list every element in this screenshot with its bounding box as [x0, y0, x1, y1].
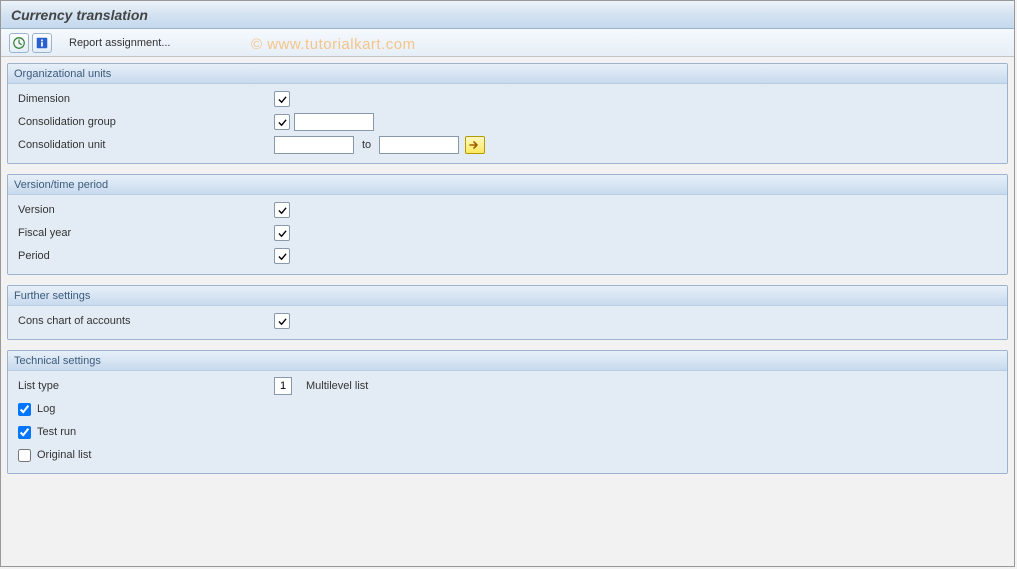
group-header: Version/time period — [8, 175, 1007, 195]
test-run-checkbox[interactable] — [18, 426, 31, 439]
cons-unit-from-input[interactable] — [274, 136, 354, 154]
row-cons-chart: Cons chart of accounts — [14, 310, 1001, 332]
label-cons-chart: Cons chart of accounts — [14, 315, 274, 327]
label-log: Log — [37, 403, 55, 415]
report-assignment-button[interactable]: Report assignment... — [63, 34, 177, 52]
lock-icon — [274, 313, 290, 329]
label-fiscal-year: Fiscal year — [14, 227, 274, 239]
list-type-input[interactable] — [274, 377, 292, 395]
row-version: Version — [14, 199, 1001, 221]
group-header: Organizational units — [8, 64, 1007, 84]
content-area: Organizational units Dimension Consolida… — [1, 57, 1014, 490]
label-dimension: Dimension — [14, 93, 274, 105]
execute-button[interactable] — [9, 33, 29, 53]
lock-icon — [274, 248, 290, 264]
lock-icon — [274, 114, 290, 130]
original-list-checkbox[interactable] — [18, 449, 31, 462]
label-list-type: List type — [14, 380, 274, 392]
to-label: to — [362, 139, 371, 151]
group-header: Further settings — [8, 286, 1007, 306]
info-icon — [35, 36, 49, 50]
group-version: Version/time period Version Fiscal year … — [7, 174, 1008, 275]
variant-button[interactable] — [32, 33, 52, 53]
row-test-run: Test run — [14, 421, 1001, 443]
multiple-selection-button[interactable] — [465, 136, 485, 154]
clock-execute-icon — [12, 36, 26, 50]
row-list-type: List type Multilevel list — [14, 375, 1001, 397]
label-cons-unit: Consolidation unit — [14, 139, 274, 151]
label-test-run: Test run — [37, 426, 76, 438]
label-original-list: Original list — [37, 449, 91, 461]
page-title: Currency translation — [11, 7, 148, 23]
row-period: Period — [14, 245, 1001, 267]
label-cons-group: Consolidation group — [14, 116, 274, 128]
group-technical: Technical settings List type Multilevel … — [7, 350, 1008, 474]
row-dimension: Dimension — [14, 88, 1001, 110]
label-period: Period — [14, 250, 274, 262]
toolbar: Report assignment... — [1, 29, 1014, 57]
row-fiscal-year: Fiscal year — [14, 222, 1001, 244]
row-original-list: Original list — [14, 444, 1001, 466]
group-further: Further settings Cons chart of accounts — [7, 285, 1008, 340]
lock-icon — [274, 91, 290, 107]
lock-icon — [274, 225, 290, 241]
row-log: Log — [14, 398, 1001, 420]
group-body: List type Multilevel list Log Test run O… — [8, 371, 1007, 473]
list-type-desc: Multilevel list — [306, 380, 368, 392]
row-cons-group: Consolidation group — [14, 111, 1001, 133]
arrow-right-icon — [469, 140, 481, 150]
group-header: Technical settings — [8, 351, 1007, 371]
row-cons-unit: Consolidation unit to — [14, 134, 1001, 156]
app-window: Currency translation Report assignment..… — [0, 0, 1015, 567]
label-version: Version — [14, 204, 274, 216]
group-body: Dimension Consolidation group Consolidat… — [8, 84, 1007, 163]
group-body: Version Fiscal year Period — [8, 195, 1007, 274]
log-checkbox[interactable] — [18, 403, 31, 416]
title-bar: Currency translation — [1, 1, 1014, 29]
group-body: Cons chart of accounts — [8, 306, 1007, 339]
cons-group-input[interactable] — [294, 113, 374, 131]
group-org-units: Organizational units Dimension Consolida… — [7, 63, 1008, 164]
lock-icon — [274, 202, 290, 218]
cons-unit-to-input[interactable] — [379, 136, 459, 154]
